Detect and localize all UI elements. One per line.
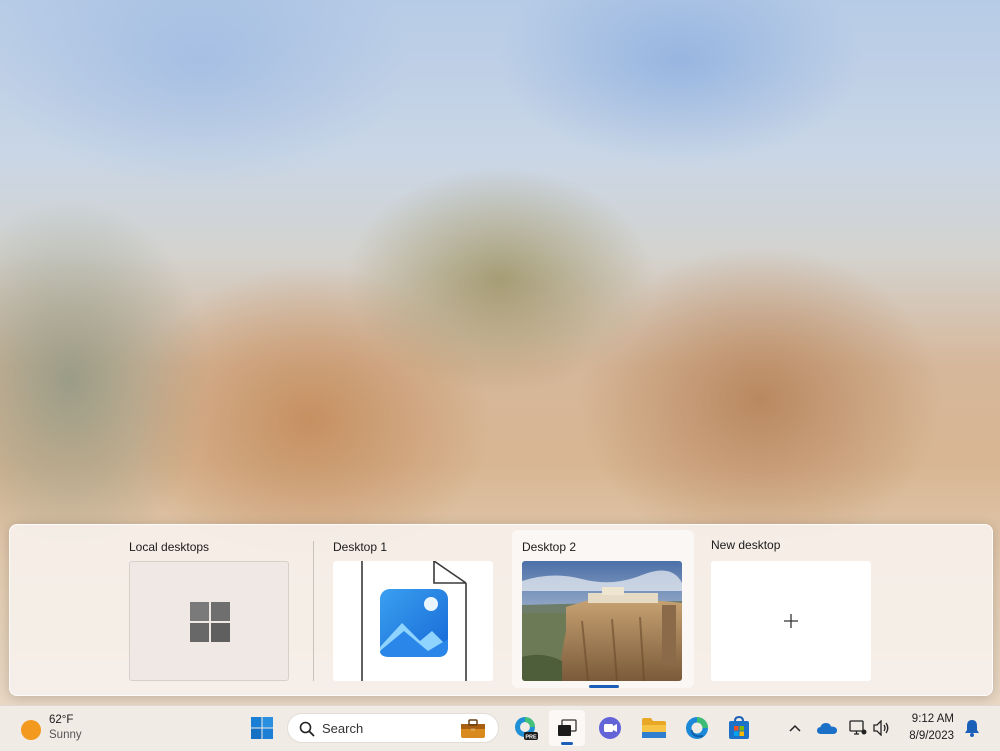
folder-icon [642,718,666,738]
task-view-icon [558,719,577,736]
onedrive-button[interactable] [813,713,841,743]
new-desktop-label: New desktop [711,538,781,552]
task-view-panel: Local desktops Desktop 1 Desktop 2 New d… [9,524,993,696]
onedrive-cloud-icon [817,723,837,734]
task-view-active-indicator [561,742,573,745]
chat-button[interactable] [595,713,625,743]
clock-button[interactable]: 9:12 AM 8/9/2023 [898,710,958,748]
search-icon [299,721,315,737]
file-explorer-button[interactable] [639,713,669,743]
windows-start-icon [251,717,273,739]
photos-icon [380,589,448,657]
taskbar: 62°F Sunny Search PRE 9:12 AM 8/9/2023 [0,705,1000,751]
desktop-1-label: Desktop 1 [333,540,388,554]
desktop-1-thumbnail[interactable] [333,561,493,681]
edge-button[interactable] [682,713,712,743]
active-desktop-indicator [589,685,619,688]
local-desktops-label: Local desktops [129,540,210,554]
search-placeholder: Search [322,721,364,736]
windows-logo-icon [190,602,230,642]
desktops-divider [313,541,314,681]
sun-icon [21,720,41,740]
teams-chat-icon [599,717,621,739]
desktop-2-label: Desktop 2 [522,540,577,554]
volume-button[interactable] [869,713,895,743]
speaker-icon [873,720,889,736]
cliff-landscape-image [522,561,682,681]
new-desktop-button[interactable] [711,561,871,681]
search-box[interactable]: Search [287,713,499,743]
plus-icon [784,614,798,628]
microsoft-store-icon [729,716,749,739]
briefcase-icon [461,719,485,738]
bell-icon [965,720,979,737]
svg-text:PRE: PRE [525,735,537,741]
network-button[interactable] [845,713,871,743]
network-icon [849,720,867,735]
chevron-up-icon [789,724,801,732]
desktop-2-thumbnail[interactable] [522,561,682,681]
clock-date: 8/9/2023 [909,730,954,742]
weather-widget[interactable]: 62°F Sunny [14,710,94,748]
local-desktops-thumbnail[interactable] [129,561,289,681]
store-button[interactable] [724,713,754,743]
show-hidden-icons-button[interactable] [783,713,807,743]
task-view-button[interactable] [549,710,585,746]
clock-time: 9:12 AM [911,713,954,725]
notifications-button[interactable] [958,713,986,743]
start-button[interactable] [247,713,277,743]
weather-temperature: 62°F [49,714,74,726]
microsoft-edge-icon [686,717,708,739]
edge-preview-button[interactable]: PRE [510,713,540,743]
edge-preview-icon: PRE [515,717,538,741]
weather-condition: Sunny [49,729,82,741]
